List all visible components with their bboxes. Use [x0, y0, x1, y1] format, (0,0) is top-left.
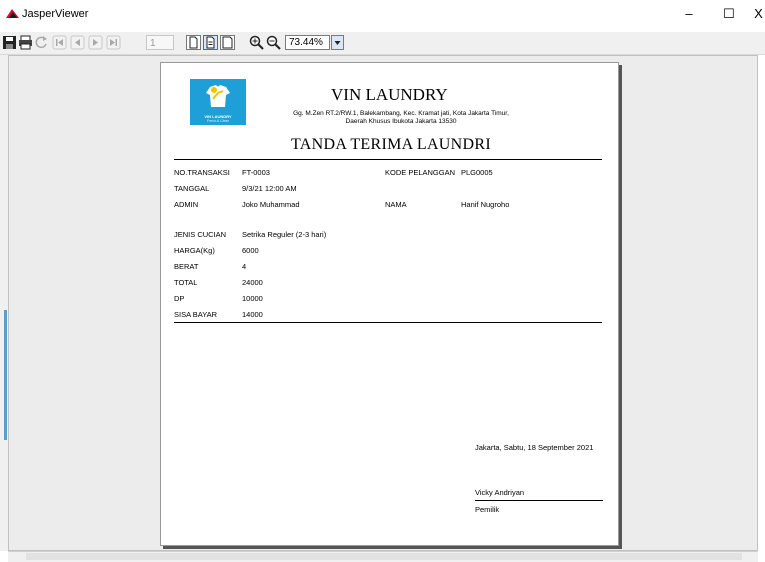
address-line-2: Daerah Khusus Ibukota Jakarta 13530 [345, 118, 457, 125]
detail-divider [174, 322, 602, 323]
signature-place-date: Jakarta, Sabtu, 18 September 2021 [475, 443, 594, 452]
total-label: TOTAL [174, 278, 198, 287]
window-titlebar: JasperViewer – ☐ X [0, 0, 765, 28]
no-transaksi-value: FT-0003 [242, 168, 270, 177]
reload-icon[interactable] [34, 35, 49, 50]
minimize-button[interactable]: – [674, 4, 704, 24]
left-edge-strip [4, 310, 7, 440]
nama-value: Hanif Nugroho [461, 200, 510, 209]
scrollbar-thumb[interactable] [26, 553, 742, 560]
window-title: JasperViewer [22, 8, 89, 20]
zoom-out-icon[interactable] [266, 35, 281, 50]
admin-label: ADMIN [174, 200, 199, 209]
fit-page-icon[interactable] [203, 35, 218, 50]
jasper-app-icon [6, 9, 19, 18]
save-icon[interactable] [2, 35, 17, 50]
signature-name: Vicky Andriyan [475, 488, 525, 497]
berat-value: 4 [242, 262, 247, 271]
company-logo: VIN LAUNDRY Fresh & Clean [190, 79, 246, 125]
zoom-ratio-field[interactable]: 73.44% [285, 35, 330, 50]
company-address: Gg. M.Zen RT.2/RW.1, Balekambang, Kec. K… [251, 110, 551, 126]
admin-value: Joko Muhammad [242, 200, 300, 209]
jenis-cucian-label: JENIS CUCIAN [174, 230, 227, 239]
left-edge [0, 55, 8, 551]
print-icon[interactable] [18, 35, 33, 50]
tshirt-logo-icon [206, 85, 230, 107]
maximize-button[interactable]: ☐ [714, 4, 744, 24]
kode-pelanggan-label: KODE PELANGGAN [385, 168, 456, 177]
last-page-icon[interactable] [106, 35, 121, 50]
viewer-toolbar: 1 73.44% [0, 32, 765, 55]
company-name: VIN LAUNDRY [331, 85, 448, 104]
no-transaksi-label: NO.TRANSAKSI [174, 168, 230, 177]
first-page-icon[interactable] [52, 35, 67, 50]
sisa-bayar-label: SISA BAYAR [174, 310, 218, 319]
tanggal-label: TANGGAL [174, 184, 210, 193]
close-button[interactable]: X [752, 4, 765, 24]
report-page: VIN LAUNDRY Fresh & Clean VIN LAUNDRY Gg… [160, 62, 619, 546]
horizontal-scrollbar[interactable] [8, 551, 758, 562]
zoom-in-icon[interactable] [249, 35, 264, 50]
header-divider [174, 159, 602, 160]
address-line-1: Gg. M.Zen RT.2/RW.1, Balekambang, Kec. K… [293, 110, 509, 117]
sisa-bayar-value: 14000 [242, 310, 263, 319]
document-title: TANDA TERIMA LAUNDRI [291, 136, 491, 153]
kode-pelanggan-value: PLG0005 [461, 168, 493, 177]
harga-value: 6000 [242, 246, 259, 255]
signature-line [475, 500, 603, 501]
zoom-dropdown-button[interactable] [331, 35, 344, 50]
dp-label: DP [174, 294, 185, 303]
fit-width-icon[interactable] [220, 35, 235, 50]
actual-size-icon[interactable] [186, 35, 201, 50]
logo-tagline: Fresh & Clean [206, 119, 230, 123]
signature-role: Pemilik [475, 505, 500, 514]
previous-page-icon[interactable] [70, 35, 85, 50]
tanggal-value: 9/3/21 12:00 AM [242, 184, 297, 193]
nama-label: NAMA [385, 200, 407, 209]
chevron-down-icon [334, 41, 341, 45]
jenis-cucian-value: Setrika Reguler (2-3 hari) [242, 230, 327, 239]
page-number-field[interactable]: 1 [146, 35, 174, 50]
dp-value: 10000 [242, 294, 263, 303]
next-page-icon[interactable] [88, 35, 103, 50]
harga-label: HARGA(Kg) [174, 246, 215, 255]
berat-label: BERAT [174, 262, 199, 271]
total-value: 24000 [242, 278, 263, 287]
